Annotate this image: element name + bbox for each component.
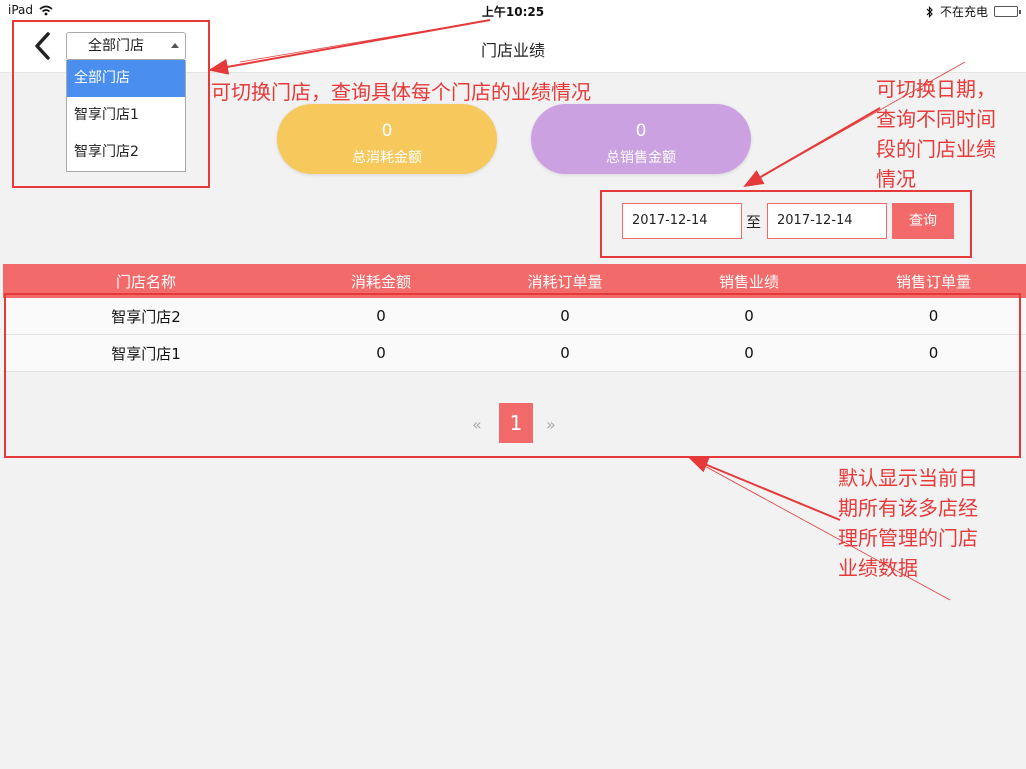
annotation-arrow-store-thin [239, 19, 491, 63]
annotation-arrows [208, 19, 966, 601]
annotation-arrow-table [688, 457, 841, 521]
annotation-arrow-store [208, 19, 491, 75]
annotation-arrow-date-thin [744, 61, 966, 187]
annotation-arrow-table-thin [689, 457, 951, 601]
